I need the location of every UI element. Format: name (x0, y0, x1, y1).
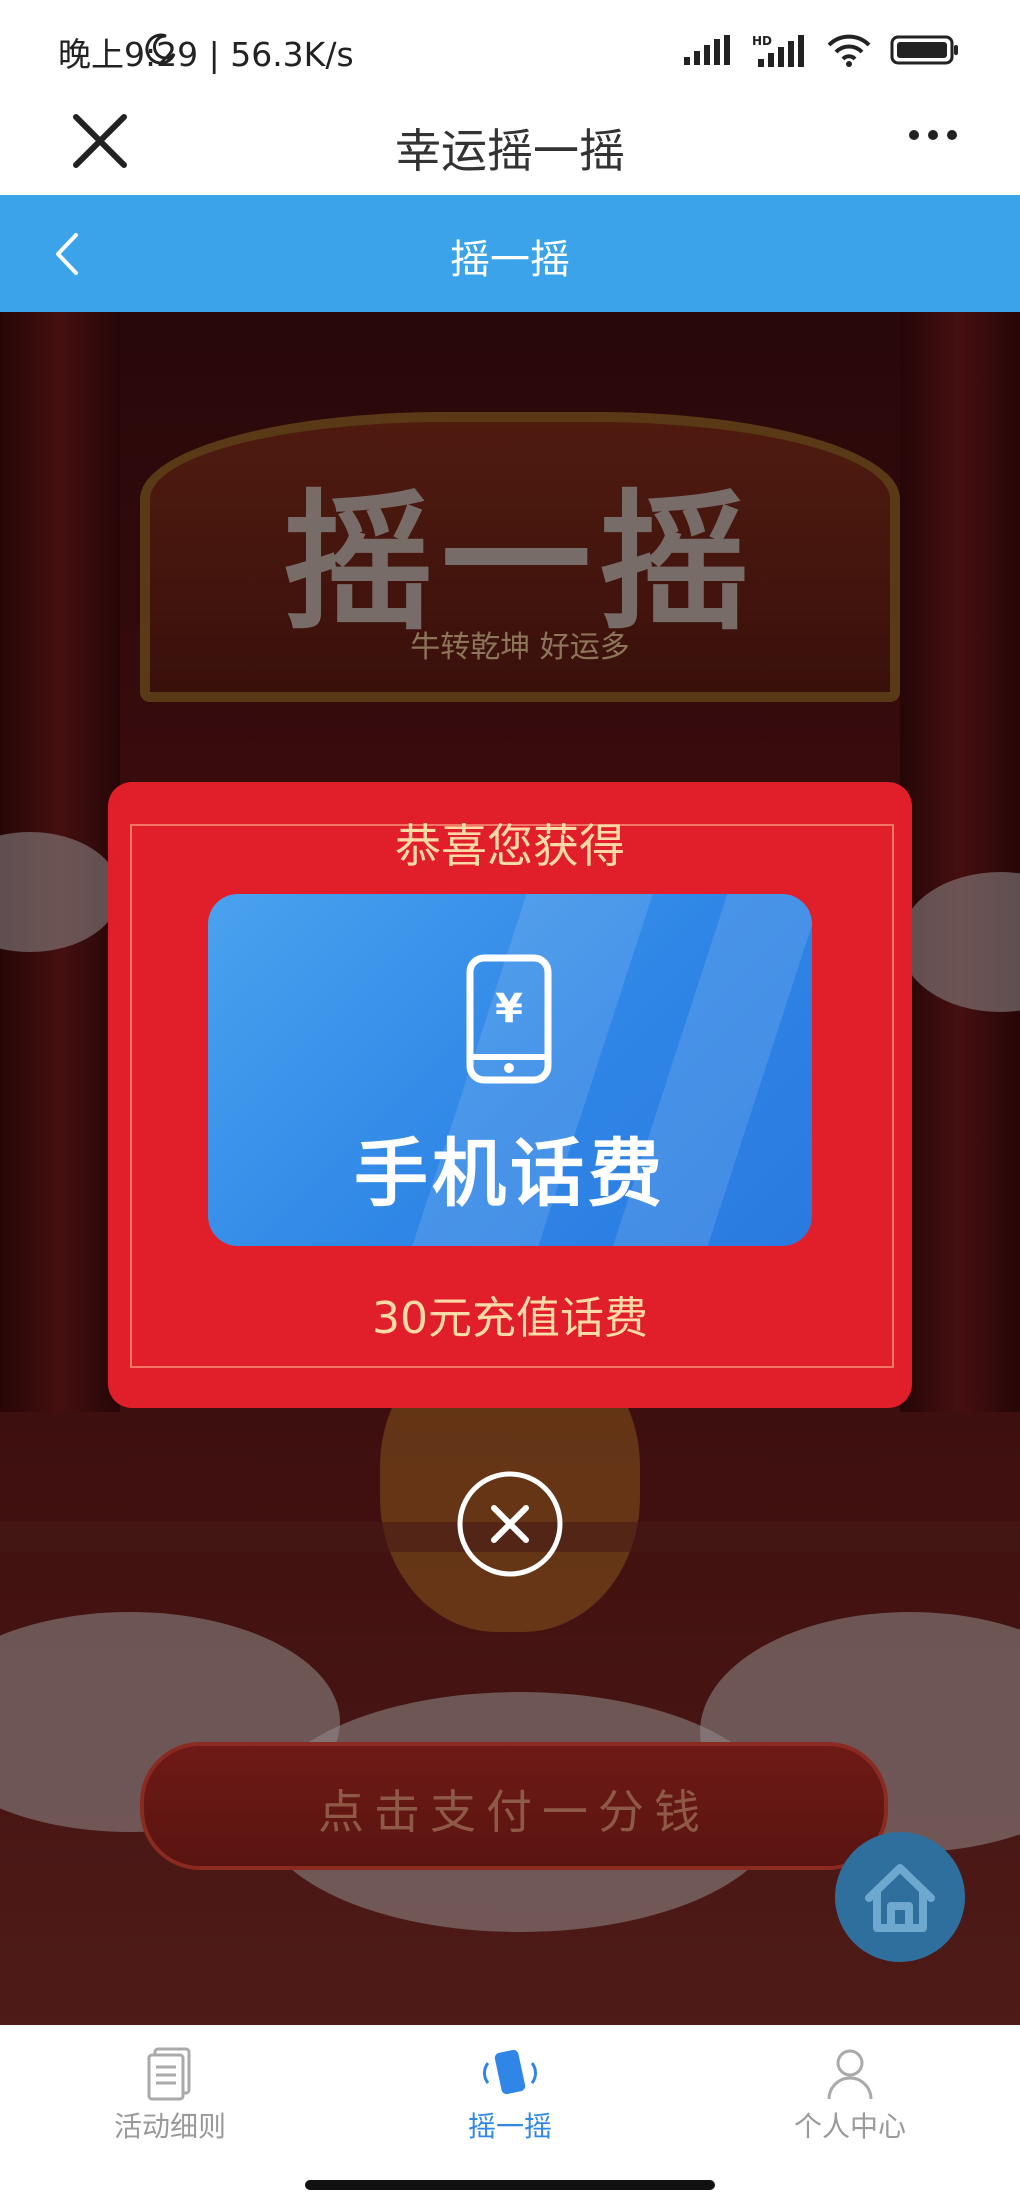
prize-modal: 恭喜您获得 ¥ 手机话费 30元充值话费 (108, 782, 912, 1408)
home-button[interactable] (835, 1832, 965, 1962)
tab-rules-label: 活动细则 (113, 2110, 226, 2143)
tab-profile-label: 个人中心 (793, 2110, 906, 2143)
pay-button-label: 点击支付一分钱 (318, 1785, 710, 1839)
prize-name: 手机话费 (354, 1131, 666, 1217)
tab-rules[interactable]: 活动细则 (70, 2047, 270, 2157)
tab-shake-label: 摇一摇 (467, 2110, 552, 2143)
status-time: 晚上9:29 | 56.3K/s (58, 35, 354, 74)
moon-icon (145, 33, 176, 65)
modal-close-button[interactable] (456, 1470, 564, 1578)
status-icons: HD (145, 30, 960, 70)
hd-signal-icon: HD (752, 34, 804, 67)
phone-yuan-icon: ¥ (466, 954, 552, 1084)
pay-button[interactable]: 点击支付一分钱 (140, 1742, 888, 1870)
svg-text:HD: HD (752, 34, 772, 48)
page-title: 幸运摇一摇 (395, 124, 625, 178)
battery-icon (890, 35, 958, 65)
status-bar: 晚上9:29 | 56.3K/s HD (0, 0, 1020, 95)
person-icon (827, 2049, 873, 2100)
header-title: 摇一摇 (450, 237, 570, 283)
wifi-icon (827, 34, 871, 67)
home-icon (865, 1864, 935, 1932)
app-header: 摇一摇 (0, 195, 1020, 312)
modal-heading: 恭喜您获得 (395, 819, 625, 873)
prize-description: 30元充值话费 (372, 1293, 648, 1344)
more-icon[interactable] (908, 125, 958, 145)
home-indicator[interactable] (305, 2180, 715, 2190)
top-nav: 幸运摇一摇 (0, 95, 1020, 195)
document-icon (147, 2047, 191, 2101)
tab-profile[interactable]: 个人中心 (750, 2047, 950, 2157)
signal-icon (684, 35, 730, 65)
prize-card: ¥ 手机话费 (208, 894, 812, 1246)
tab-shake[interactable]: 摇一摇 (410, 2047, 610, 2157)
shake-phone-icon (483, 2049, 537, 2095)
svg-text:¥: ¥ (495, 986, 523, 1032)
